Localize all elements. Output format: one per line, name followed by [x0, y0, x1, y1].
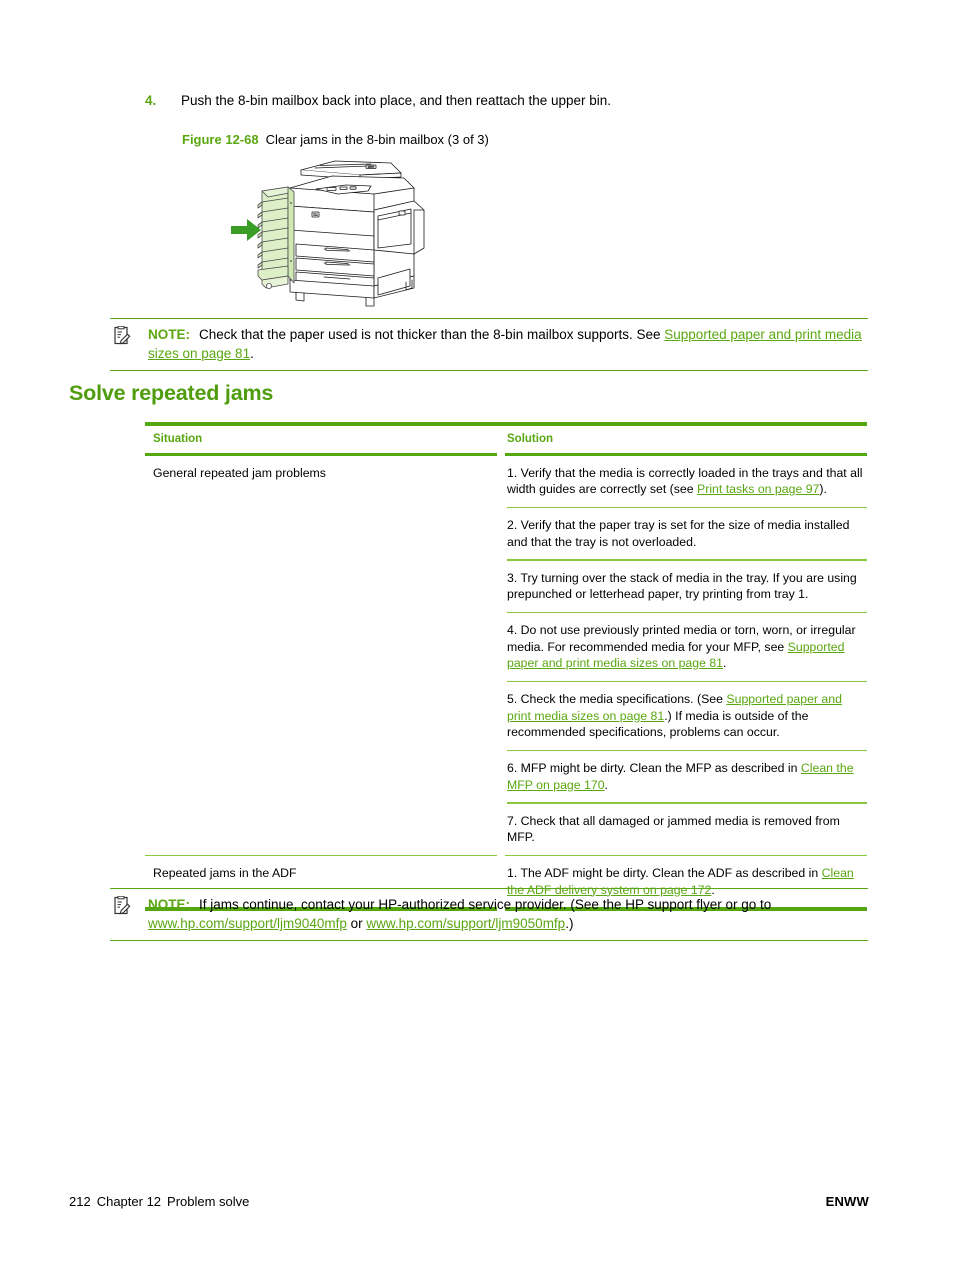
- note-text-between: or: [346, 916, 367, 931]
- footer-chapter: Chapter 12: [96, 1194, 162, 1209]
- step-number: 4.: [145, 93, 157, 108]
- footer-page-number: 212: [69, 1194, 91, 1209]
- solution-item: 3. Try turning over the stack of media i…: [497, 561, 867, 612]
- solution-text: .: [604, 777, 608, 792]
- note-text-after: .): [565, 916, 574, 931]
- document-page: 4. Push the 8-bin mailbox back into plac…: [0, 0, 954, 1270]
- solution-text: 3. Try turning over the stack of media i…: [507, 570, 857, 602]
- note-clipboard-icon: [114, 895, 131, 915]
- green-arrow-icon: [231, 219, 261, 241]
- solution-text: 1. The ADF might be dirty. Clean the ADF…: [507, 866, 822, 880]
- solution-text: 6. MFP might be dirty. Clean the MFP as …: [507, 761, 801, 775]
- figure-label: Figure 12-68: [182, 132, 259, 147]
- figure-title: Clear jams in the 8-bin mailbox (3 of 3): [265, 132, 489, 147]
- figure-caption: Figure 12-68 Clear jams in the 8-bin mail…: [182, 131, 489, 148]
- solution-text: .: [723, 656, 727, 670]
- step-text: Push the 8-bin mailbox back into place, …: [181, 93, 612, 108]
- note-text-after: .: [250, 346, 254, 361]
- note-rule-bottom: [110, 940, 868, 941]
- cell-solution-list: 1. Verify that the media is correctly lo…: [497, 456, 867, 855]
- note-keyword: NOTE:: [148, 897, 190, 912]
- mfp-line-drawing: [231, 160, 425, 307]
- note-text-before: If jams continue, contact your HP-author…: [199, 897, 772, 912]
- solution-text: 7. Check that all damaged or jammed medi…: [507, 813, 840, 845]
- table-header-row: Situation Solution: [145, 426, 867, 453]
- solution-item: 7. Check that all damaged or jammed medi…: [497, 804, 867, 855]
- solution-text: 2. Verify that the paper tray is set for…: [507, 518, 850, 549]
- solve-repeated-jams-table: Situation Solution General repeated jam …: [145, 422, 867, 911]
- note-link-support-9040[interactable]: www.hp.com/support/ljm9040mfp: [148, 916, 347, 931]
- note-body: NOTE: Check that the paper used is not th…: [110, 319, 868, 370]
- solution-item: 2. Verify that the paper tray is set for…: [497, 508, 867, 559]
- page-heading-solve-repeated-jams: Solve repeated jams: [69, 381, 274, 405]
- table-row: General repeated jam problems 1. Verify …: [145, 456, 867, 855]
- footer-right-enww: ENWW: [825, 1194, 869, 1209]
- note-clipboard-icon: [114, 325, 131, 345]
- note-link-support-9050[interactable]: www.hp.com/support/ljm9050mfp: [366, 916, 565, 931]
- cross-reference-link[interactable]: Print tasks on page 97: [697, 482, 819, 496]
- note-body: NOTE: If jams continue, contact your HP-a…: [110, 889, 868, 940]
- note-keyword: NOTE:: [148, 327, 190, 342]
- column-header-solution: Solution: [507, 433, 553, 445]
- note-callout-bottom: NOTE: If jams continue, contact your HP-a…: [110, 888, 868, 941]
- column-header-situation: Situation: [153, 433, 203, 445]
- note-rule-bottom: [110, 370, 868, 371]
- solution-item: 6. MFP might be dirty. Clean the MFP as …: [497, 751, 867, 802]
- footer-left: 212 Chapter 12 Problem solve: [69, 1194, 255, 1209]
- solution-text: 5. Check the media specifications. (See: [507, 692, 727, 706]
- note-callout-top: NOTE: Check that the paper used is not th…: [110, 318, 868, 371]
- solution-text: ).: [819, 482, 827, 496]
- solution-item: 5. Check the media specifications. (See …: [497, 682, 867, 750]
- numbered-step: 4. Push the 8-bin mailbox back into plac…: [145, 92, 870, 110]
- cell-situation: General repeated jam problems: [153, 465, 326, 480]
- page-footer: 212 Chapter 12 Problem solve ENWW: [69, 1194, 869, 1209]
- solution-item: 4. Do not use previously printed media o…: [497, 613, 867, 681]
- solution-item: 1. Verify that the media is correctly lo…: [497, 456, 867, 507]
- footer-chapter-title: Problem solve: [167, 1194, 250, 1209]
- figure-image-printer-mfp: [228, 158, 428, 313]
- note-text-before: Check that the paper used is not thicker…: [199, 327, 665, 342]
